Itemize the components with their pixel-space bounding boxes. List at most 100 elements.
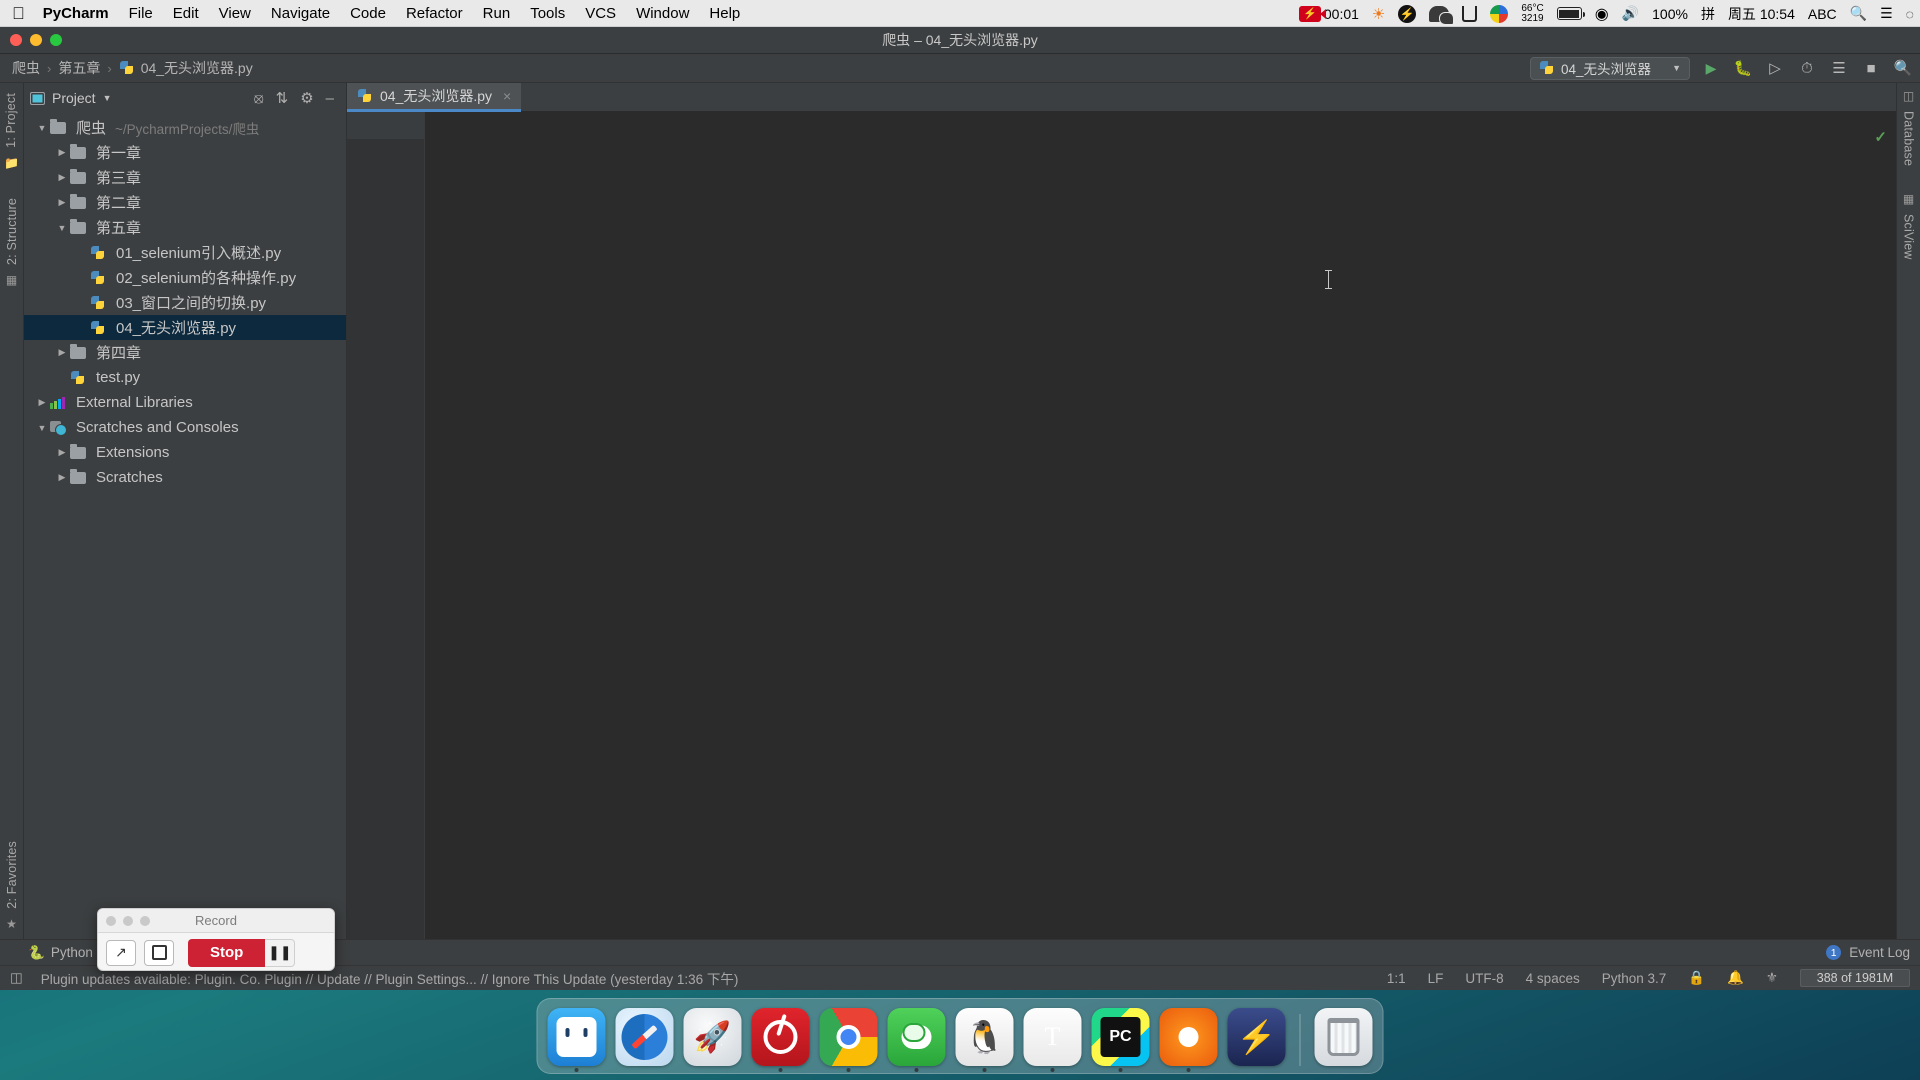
collapse-all-icon[interactable]: ⇅ bbox=[276, 89, 289, 107]
search-icon[interactable]: 🔍 bbox=[1850, 5, 1867, 22]
minimize-window-button[interactable] bbox=[30, 34, 42, 46]
inspection-ok-icon[interactable]: ✓ bbox=[1874, 128, 1887, 146]
close-icon[interactable]: × bbox=[503, 88, 511, 104]
temperature-readout[interactable]: 66°C 3219 bbox=[1521, 3, 1543, 24]
volume-icon[interactable]: 🔊 bbox=[1622, 5, 1639, 22]
menu-item-code[interactable]: Code bbox=[350, 5, 386, 22]
tree-node[interactable]: ▶ 第三章 bbox=[24, 165, 346, 190]
chevron-right-icon[interactable]: ▶ bbox=[54, 472, 70, 483]
menu-item-vcs[interactable]: VCS bbox=[585, 5, 616, 22]
dock-item-finder[interactable] bbox=[547, 1008, 606, 1066]
git-branch-icon[interactable]: ⚜ bbox=[1766, 970, 1778, 986]
run-coverage-button[interactable]: ▷ bbox=[1764, 57, 1786, 79]
menu-item-view[interactable]: View bbox=[219, 5, 251, 22]
wechat-menu-icon[interactable] bbox=[1429, 5, 1455, 25]
menu-item-edit[interactable]: Edit bbox=[173, 5, 199, 22]
dock-item-trash[interactable] bbox=[1314, 1008, 1373, 1066]
chevron-right-icon[interactable]: ▶ bbox=[54, 197, 70, 208]
memory-indicator[interactable]: 388 of 1981M bbox=[1800, 969, 1910, 987]
control-center-icon[interactable]: ☰ bbox=[1880, 5, 1893, 22]
pointer-tool-button[interactable]: ↗ bbox=[106, 939, 136, 966]
code-editor[interactable]: ✓ bbox=[347, 112, 1896, 939]
lightning-icon[interactable]: ⚡ bbox=[1398, 4, 1417, 23]
tree-node[interactable]: · 03_窗口之间的切换.py bbox=[24, 290, 346, 315]
dock-item-netease-music[interactable] bbox=[751, 1008, 810, 1066]
attach-button[interactable]: ☰ bbox=[1828, 57, 1850, 79]
run-button[interactable]: ▶ bbox=[1700, 57, 1722, 79]
maximize-window-button[interactable] bbox=[50, 34, 62, 46]
indent-setting[interactable]: 4 spaces bbox=[1526, 971, 1580, 986]
tool-button-favorites[interactable]: 2: Favorites ★ bbox=[5, 837, 19, 931]
chevron-down-icon[interactable]: ▼ bbox=[34, 423, 50, 433]
input-source-label[interactable]: ABC bbox=[1808, 6, 1837, 22]
u-shape-icon[interactable] bbox=[1462, 5, 1478, 22]
dock-item-qq[interactable]: 🐧 bbox=[955, 1008, 1014, 1066]
chevron-right-icon[interactable]: ▶ bbox=[54, 172, 70, 183]
battery-icon[interactable] bbox=[1556, 7, 1585, 20]
lock-icon[interactable]: 🔒 bbox=[1688, 970, 1705, 986]
menu-item-pycharm[interactable]: PyCharm bbox=[43, 5, 109, 22]
dock-item-sunflower[interactable] bbox=[1159, 1008, 1218, 1066]
toggle-sidebar-icon[interactable]: ◫ bbox=[10, 970, 23, 986]
search-everywhere-icon[interactable]: 🔍 bbox=[1892, 57, 1914, 79]
color-pie-icon[interactable] bbox=[1490, 4, 1509, 23]
screen-record-window[interactable]: Record ↗ Stop ❚❚ bbox=[97, 908, 335, 971]
close-window-button[interactable] bbox=[10, 34, 22, 46]
tool-button-database[interactable]: ◫ Database bbox=[1902, 89, 1916, 170]
menu-item-file[interactable]: File bbox=[129, 5, 153, 22]
editor-tab-active[interactable]: 04_无头浏览器.py × bbox=[347, 83, 522, 112]
tree-node[interactable]: · 04_无头浏览器.py bbox=[24, 315, 346, 340]
stop-recording-button[interactable]: Stop bbox=[188, 938, 266, 967]
chevron-down-icon[interactable]: ▼ bbox=[34, 123, 50, 133]
dock-item-safari[interactable] bbox=[615, 1008, 674, 1066]
tree-node[interactable]: ▼ Scratches and Consoles bbox=[24, 415, 346, 440]
breadcrumb-folder[interactable]: 第五章 bbox=[54, 58, 104, 78]
tool-button-sciview[interactable]: ▦ SciView bbox=[1902, 192, 1916, 264]
hide-panel-icon[interactable]: – bbox=[326, 90, 334, 107]
screen-recording-indicator[interactable]: ⚡ 00:01 bbox=[1298, 5, 1359, 22]
region-select-button[interactable] bbox=[144, 939, 174, 966]
menu-item-refactor[interactable]: Refactor bbox=[406, 5, 463, 22]
apple-logo-icon[interactable]:  bbox=[12, 5, 25, 22]
breadcrumb-project[interactable]: 爬虫 bbox=[8, 58, 44, 78]
tree-node[interactable]: ▼ 爬虫 ~/PycharmProjects/爬虫 bbox=[24, 115, 346, 140]
caret-position[interactable]: 1:1 bbox=[1387, 971, 1406, 986]
tree-node[interactable]: ▼ 第五章 bbox=[24, 215, 346, 240]
wifi-icon[interactable]: ◉ bbox=[1595, 4, 1609, 24]
chevron-right-icon[interactable]: ▶ bbox=[54, 447, 70, 458]
tree-node[interactable]: ▶ Extensions bbox=[24, 440, 346, 465]
profile-button[interactable]: ⏱ bbox=[1796, 57, 1818, 79]
record-window-traffic-lights[interactable] bbox=[106, 915, 334, 926]
dock-item-typora[interactable]: T bbox=[1023, 1008, 1082, 1066]
siri-icon[interactable]: ◌ bbox=[1906, 6, 1914, 22]
chevron-down-icon[interactable]: ▼ bbox=[54, 223, 70, 233]
project-panel-title-group[interactable]: Project ▼ bbox=[30, 90, 112, 106]
tree-node[interactable]: · 02_selenium的各种操作.py bbox=[24, 265, 346, 290]
pause-recording-button[interactable]: ❚❚ bbox=[265, 938, 296, 967]
locate-file-icon[interactable]: ⦻ bbox=[254, 90, 264, 107]
event-log-label[interactable]: Event Log bbox=[1849, 945, 1910, 960]
editor-text-area[interactable]: ✓ bbox=[425, 112, 1896, 939]
tree-node[interactable]: · test.py bbox=[24, 365, 346, 390]
gear-icon[interactable]: ⚙ bbox=[300, 89, 313, 107]
python-interpreter[interactable]: Python 3.7 bbox=[1602, 971, 1667, 986]
run-configuration-selector[interactable]: 04_无头浏览器 ▼ bbox=[1530, 56, 1690, 80]
menu-item-run[interactable]: Run bbox=[483, 5, 511, 22]
status-message[interactable]: Plugin updates available: Plugin. Co. Pl… bbox=[41, 968, 739, 988]
notification-icon[interactable]: 🔔 bbox=[1727, 970, 1744, 986]
chevron-right-icon[interactable]: ▶ bbox=[54, 347, 70, 358]
clock-datetime[interactable]: 周五 10:54 bbox=[1728, 4, 1795, 24]
file-encoding[interactable]: UTF-8 bbox=[1465, 971, 1503, 986]
dock-item-chrome[interactable] bbox=[819, 1008, 878, 1066]
menu-item-window[interactable]: Window bbox=[636, 5, 689, 22]
sun-icon[interactable]: ☀ bbox=[1372, 5, 1385, 23]
stop-button[interactable]: ■ bbox=[1860, 57, 1882, 79]
project-tree[interactable]: ▼ 爬虫 ~/PycharmProjects/爬虫 ▶ 第一章 ▶ 第三章 ▶ 第二章 ▼ 第五章 ·… bbox=[24, 113, 346, 939]
debug-button[interactable]: 🐛 bbox=[1732, 57, 1754, 79]
tool-button-structure[interactable]: 2: Structure ▦ bbox=[5, 194, 19, 287]
tree-node[interactable]: ▶ 第四章 bbox=[24, 340, 346, 365]
dock-item-pycharm[interactable]: PC bbox=[1091, 1008, 1150, 1066]
tree-node[interactable]: ▶ 第二章 bbox=[24, 190, 346, 215]
menu-item-navigate[interactable]: Navigate bbox=[271, 5, 330, 22]
menu-item-help[interactable]: Help bbox=[709, 5, 740, 22]
